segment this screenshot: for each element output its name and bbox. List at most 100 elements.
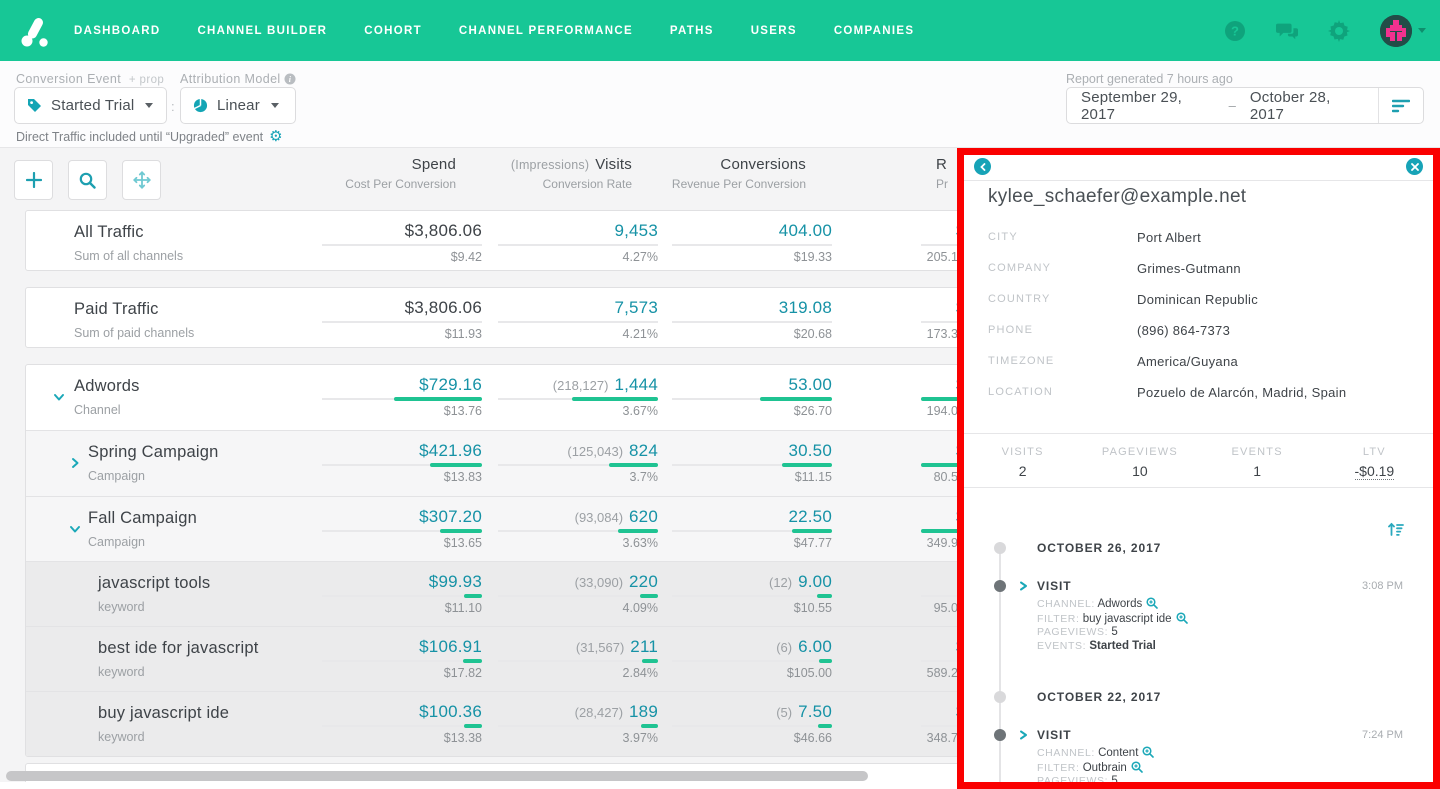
visit-detail-line: CHANNEL: Content [1037, 746, 1154, 761]
nav-item-companies[interactable]: COMPANIES [834, 25, 915, 37]
settings-gear-icon[interactable]: ⚙ [269, 129, 282, 144]
column-spend[interactable]: Spend Cost Per Conversion [256, 156, 456, 191]
stat-value: 1 [1253, 463, 1261, 479]
horizontal-scrollbar[interactable] [6, 771, 868, 781]
profit-percent: 205.18% [806, 250, 976, 264]
back-button[interactable] [974, 158, 991, 175]
field-label: COUNTRY [988, 293, 1051, 305]
date-start: September 29, 2017 [1067, 89, 1229, 123]
user-field-row: COMPANY Grimes-Gutmann [964, 254, 1433, 285]
stat-value: 10 [1132, 463, 1148, 479]
expand-visit-icon[interactable] [1019, 730, 1028, 740]
stat-label: LTV [1316, 446, 1433, 458]
cell-visits: 7,573 4.21% [458, 288, 658, 353]
visit-label: VISIT [1037, 579, 1072, 593]
zoom-in-icon[interactable] [1131, 761, 1143, 773]
cell-spend: $100.36 $13.38 [282, 692, 482, 756]
field-value: Pozuelo de Alarcón, Madrid, Spain [1137, 385, 1346, 400]
zoom-in-icon[interactable] [1146, 597, 1158, 609]
visit-detail-line: CHANNEL: Adwords [1037, 597, 1188, 612]
nav-item-channel-performance[interactable]: CHANNEL PERFORMANCE [459, 25, 633, 37]
caret-down-icon [145, 103, 153, 108]
user-field-row: LOCATION Pozuelo de Alarcón, Madrid, Spa… [964, 378, 1433, 409]
impressions-value: (218,127) [553, 378, 609, 393]
row-subtitle: keyword [98, 730, 145, 744]
date-range-picker[interactable]: September 29, 2017 – October 28, 2017 [1066, 87, 1424, 124]
user-field-row: COUNTRY Dominican Republic [964, 285, 1433, 316]
cell-visits: (33,090)220 4.09% [458, 562, 658, 626]
user-field-row: CITY Port Albert [964, 223, 1433, 254]
nav-item-channel-builder[interactable]: CHANNEL BUILDER [197, 25, 327, 37]
cell-spend: $421.96 $13.83 [282, 431, 482, 495]
user-fields: CITY Port Albert COMPANY Grimes-Gutmann … [964, 223, 1433, 409]
date-dash: – [1229, 98, 1236, 113]
gear-icon[interactable] [1328, 20, 1350, 42]
row-title: best ide for javascript [98, 639, 259, 658]
cell-visits: (31,567)211 2.84% [458, 627, 658, 691]
expander-icon[interactable] [53, 391, 65, 403]
conversion-event-dropdown[interactable]: Started Trial [14, 87, 167, 124]
help-icon[interactable]: ? [1224, 20, 1246, 42]
impressions-value: (28,427) [575, 705, 623, 720]
stat: EVENTS 1 [1199, 434, 1316, 487]
stat-label: VISITS [964, 446, 1081, 458]
row-subtitle: keyword [98, 665, 145, 679]
cell-visits: (28,427)189 3.97% [458, 692, 658, 756]
cell-visits: (93,084)620 3.63% [458, 497, 658, 561]
svg-text:i: i [289, 75, 292, 84]
stat[interactable]: LTV -$0.19 [1316, 434, 1433, 487]
row-title: buy javascript ide [98, 704, 229, 723]
cell-spend: $307.20 $13.65 [282, 497, 482, 561]
row-subtitle: keyword [98, 600, 145, 614]
date-filter-icon[interactable] [1379, 99, 1423, 113]
field-value: Port Albert [1137, 230, 1201, 245]
row-title: javascript tools [98, 574, 210, 593]
user-email: kylee_schaefer@example.net [988, 186, 1246, 208]
row-subtitle: Campaign [88, 469, 145, 483]
stat-value: 2 [1019, 463, 1027, 479]
expander-icon[interactable] [69, 523, 81, 535]
row-title: Paid Traffic [74, 300, 159, 319]
close-icon[interactable] [1406, 158, 1423, 175]
row-subtitle: Sum of all channels [74, 249, 183, 263]
controls-bar: Conversion Event + prop Attribution Mode… [0, 61, 1440, 148]
field-value: Dominican Republic [1137, 292, 1258, 307]
visit-time: 3:08 PM [1362, 580, 1403, 592]
chat-icon[interactable] [1276, 20, 1298, 42]
row-title: Adwords [74, 377, 140, 396]
add-prop-link[interactable]: + prop [129, 74, 164, 86]
timeline-dot [994, 580, 1006, 592]
nav-item-users[interactable]: USERS [751, 25, 797, 37]
field-label: COMPANY [988, 262, 1051, 274]
zoom-in-icon[interactable] [1176, 612, 1188, 624]
row-subtitle: Sum of paid channels [74, 326, 194, 340]
visit-detail-line: PAGEVIEWS: 5 [1037, 775, 1154, 782]
expander-icon[interactable] [69, 457, 81, 469]
app-logo-icon[interactable] [18, 14, 52, 48]
timeline-dot [994, 542, 1006, 554]
attribution-model-dropdown[interactable]: Linear [180, 87, 296, 124]
cell-spend: $3,806.06 $11.93 [282, 288, 482, 353]
attribution-model-value: Linear [217, 97, 260, 114]
column-visits[interactable]: (Impressions)Visits Conversion Rate [432, 156, 632, 191]
impressions-value: (31,567) [576, 640, 624, 655]
sort-order-icon[interactable] [1388, 522, 1404, 537]
field-label: TIMEZONE [988, 355, 1054, 367]
column-conversions[interactable]: Conversions Revenue Per Conversion [606, 156, 806, 191]
avatar[interactable] [1380, 15, 1412, 47]
caret-down-icon [1418, 28, 1426, 33]
report-generated-label: Report generated 7 hours ago [1066, 72, 1233, 86]
info-icon[interactable]: i [284, 73, 296, 85]
nav-item-paths[interactable]: PATHS [670, 25, 714, 37]
cell-visits: (125,043)824 3.7% [458, 431, 658, 495]
zoom-in-icon[interactable] [1142, 746, 1154, 758]
stat: PAGEVIEWS 10 [1081, 434, 1198, 487]
cell-visits: (218,127)1,444 3.67% [458, 365, 658, 430]
expand-visit-icon[interactable] [1019, 581, 1028, 591]
date-end: October 28, 2017 [1236, 89, 1378, 123]
nav-item-dashboard[interactable]: DASHBOARD [74, 25, 160, 37]
user-menu[interactable] [1380, 15, 1426, 47]
profit-percent: 349.91% [806, 536, 976, 550]
nav-item-cohort[interactable]: COHORT [364, 25, 422, 37]
field-value: Grimes-Gutmann [1137, 261, 1241, 276]
